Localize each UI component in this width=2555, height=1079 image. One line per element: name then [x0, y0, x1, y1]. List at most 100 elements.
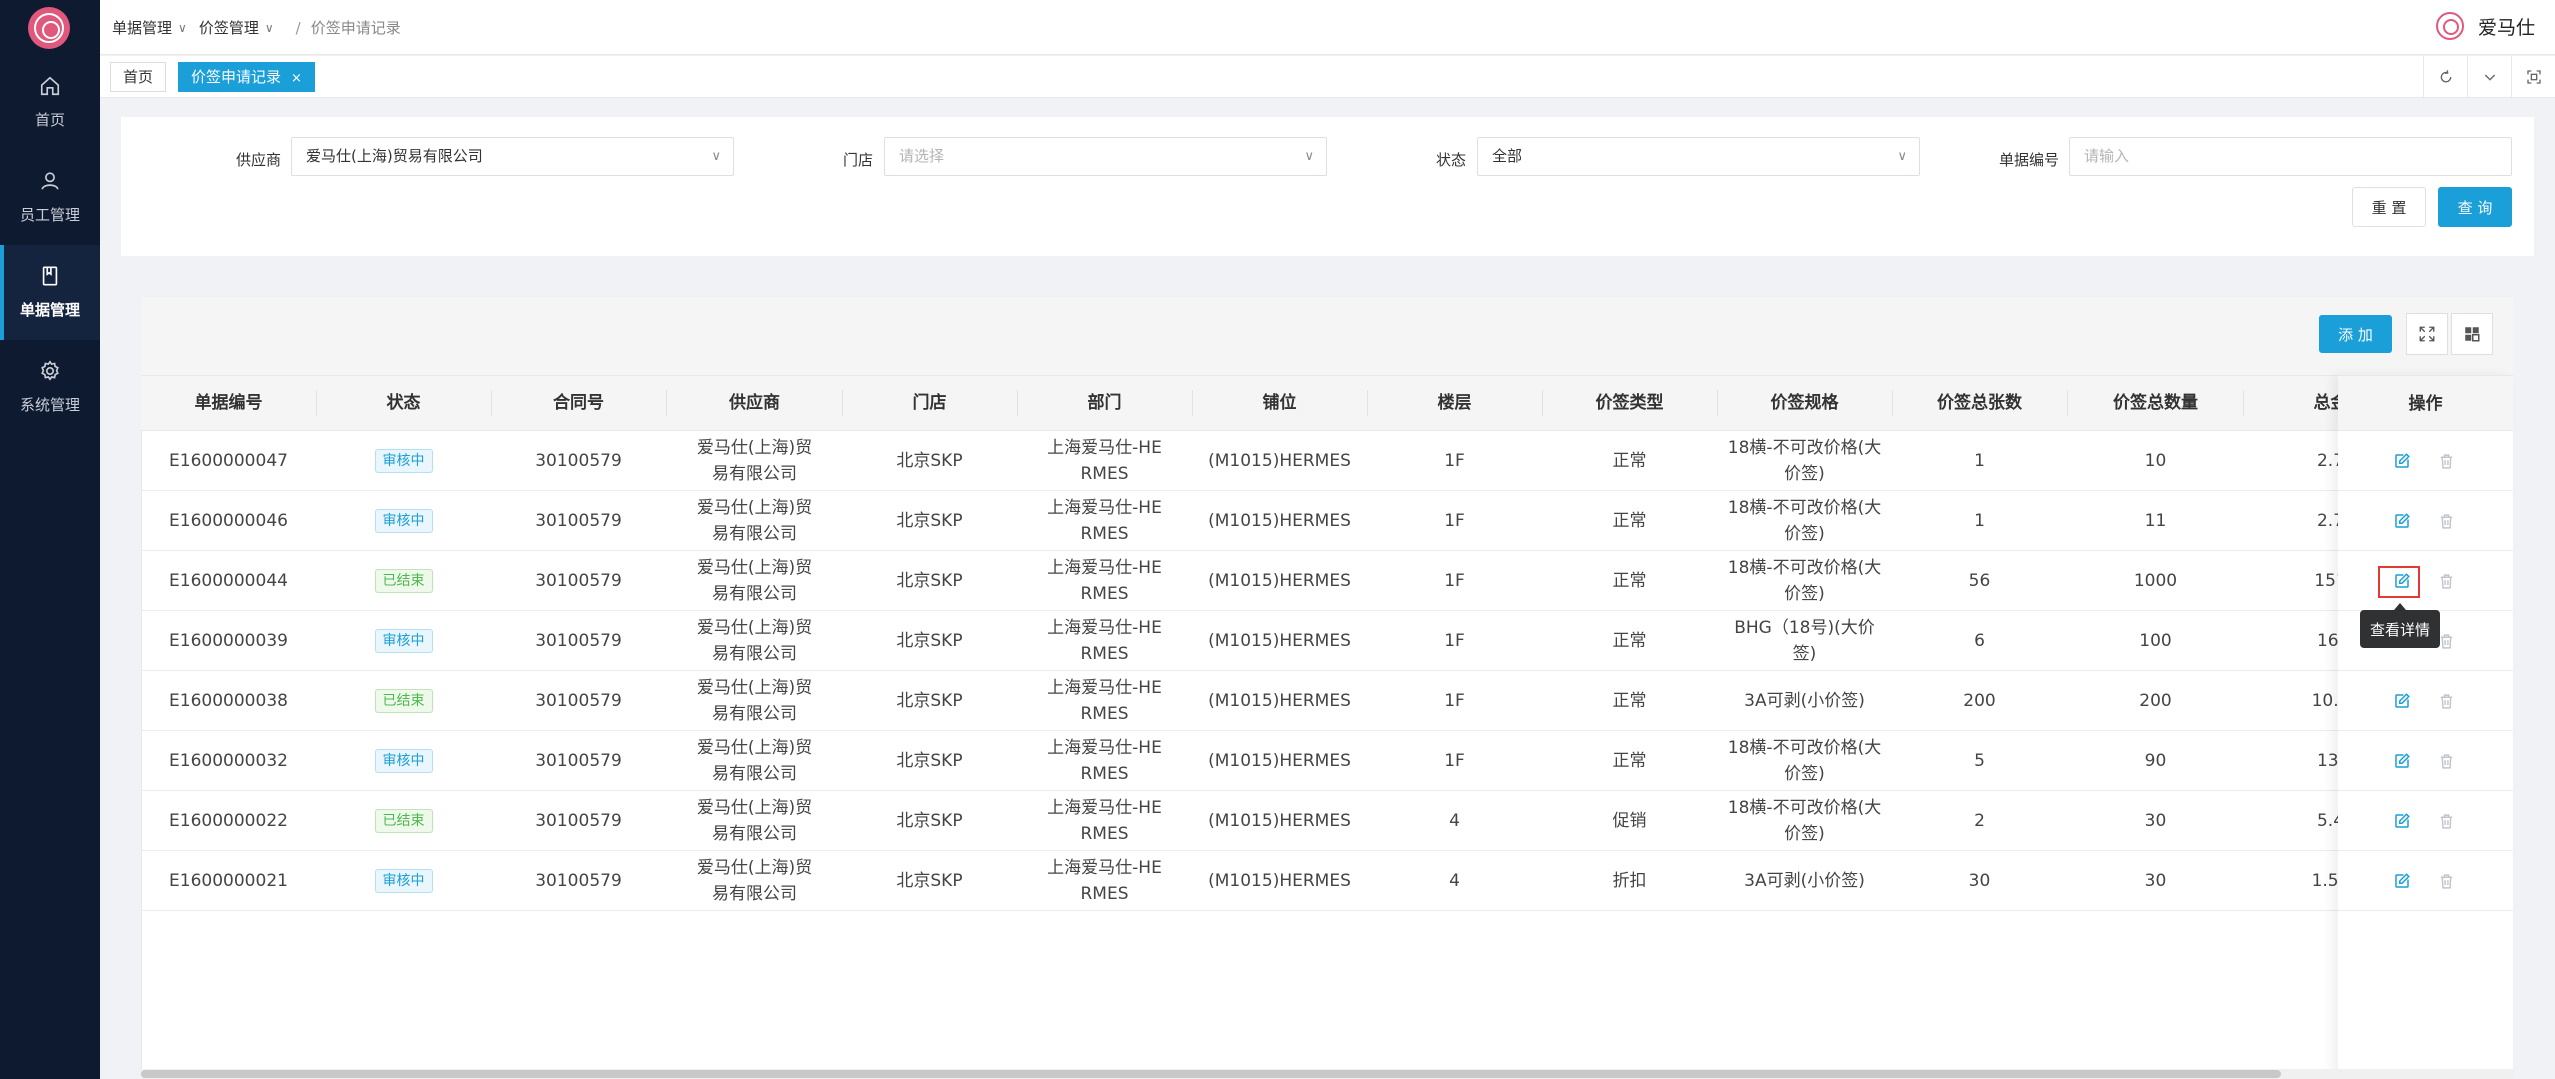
table-toolbar: [141, 297, 2513, 375]
sidebar-item-home[interactable]: 首页: [0, 55, 100, 150]
cell-booth: (M1015)HERMES: [1192, 731, 1367, 791]
delete-icon[interactable]: [2436, 451, 2456, 471]
cell-text: E1600000047: [169, 451, 288, 471]
breadcrumb-current: 价签申请记录: [310, 19, 401, 37]
cell-text: 2: [1974, 811, 1985, 831]
expand-table-button[interactable]: [2406, 313, 2448, 355]
sidebar-item-documents[interactable]: 单据管理: [0, 245, 100, 340]
grid-icon: [2465, 327, 2480, 342]
tab-home[interactable]: 首页: [110, 62, 167, 92]
cell-tag-count: 1: [1892, 431, 2067, 491]
cell-text: 折扣: [1612, 871, 1647, 891]
cell-tag-type: 正常: [1542, 671, 1717, 731]
cell-text: 爱马仕(上海)贸易有限公司: [696, 438, 813, 484]
operations-cell: [2338, 731, 2513, 791]
home-icon: [40, 76, 60, 96]
sidebar-item-system[interactable]: 系统管理: [0, 340, 100, 435]
cell-text: 6: [1974, 631, 1985, 651]
cell-supplier: 爱马仕(上海)贸易有限公司: [667, 611, 842, 671]
cell-status: 审核中: [316, 731, 491, 791]
cell-status: 已结束: [316, 551, 491, 611]
operations-cell: [2338, 431, 2513, 491]
document-icon: [42, 266, 58, 286]
doc-no-label: 单据编号: [1999, 151, 2060, 169]
supplier-value: 爱马仕(上海)贸易有限公司: [306, 147, 483, 165]
delete-icon[interactable]: [2436, 811, 2456, 831]
cell-text: (M1015)HERMES: [1208, 871, 1351, 891]
cell-doc-number: E1600000046: [141, 491, 316, 551]
cell-tag-quantity: 1000: [2068, 551, 2243, 611]
cell-doc-number: E1600000047: [141, 431, 316, 491]
refresh-button[interactable]: [2423, 56, 2467, 98]
edit-icon[interactable]: [2392, 451, 2412, 471]
operations-header: 操作: [2338, 375, 2513, 431]
breadcrumb-item[interactable]: 价签管理 ∨: [199, 17, 286, 38]
cell-department: 上海爱马仕-HERMES: [1017, 551, 1192, 611]
reset-button[interactable]: 重 置: [2352, 187, 2426, 227]
store-select[interactable]: 请选择 ∨: [884, 137, 1327, 176]
cell-text: 1F: [1444, 631, 1465, 651]
status-select[interactable]: 全部 ∨: [1477, 137, 1920, 176]
sidebar-item-staff[interactable]: 员工管理: [0, 150, 100, 245]
cell-doc-number: E1600000021: [141, 851, 316, 911]
cell-contract-number: 30100579: [491, 431, 666, 491]
fullscreen-button[interactable]: [2511, 56, 2555, 98]
close-icon[interactable]: ×: [291, 71, 302, 86]
cell-store: 北京SKP: [842, 611, 1017, 671]
cell-text: 1F: [1444, 691, 1465, 711]
supplier-select[interactable]: 爱马仕(上海)贸易有限公司 ∨: [291, 137, 734, 176]
operations-cell: [2338, 791, 2513, 851]
query-button[interactable]: 查 询: [2438, 187, 2512, 227]
sidebar: 首页 员工管理 单据管理 系统管理: [0, 0, 100, 1079]
chevron-down-icon: ∨: [1304, 149, 1314, 164]
scrollbar-thumb[interactable]: [141, 1070, 2281, 1078]
tab-price-tag-records[interactable]: 价签申请记录 ×: [178, 62, 315, 92]
column-header-contract-number: 合同号: [553, 393, 604, 413]
cell-text: 上海爱马仕-HERMES: [1047, 678, 1162, 724]
brand-logo[interactable]: [28, 7, 70, 49]
delete-icon[interactable]: [2436, 751, 2456, 771]
chevron-down-icon: ∨: [178, 20, 187, 35]
chevron-down-icon: ∨: [1897, 149, 1907, 164]
add-button[interactable]: 添 加: [2319, 315, 2392, 353]
cell-text: 上海爱马仕-HERMES: [1047, 558, 1162, 604]
chevron-down-icon: ∨: [264, 20, 274, 35]
cell-text: E1600000032: [169, 751, 288, 771]
sidebar-item-label: 员工管理: [19, 206, 80, 224]
store-placeholder: 请选择: [899, 147, 945, 165]
delete-icon[interactable]: [2436, 871, 2456, 891]
cell-text: 4: [1449, 871, 1460, 891]
cell-text: (M1015)HERMES: [1208, 691, 1351, 711]
cell-text: 上海爱马仕-HERMES: [1047, 738, 1162, 784]
cell-status: 已结束: [316, 791, 491, 851]
cell-text: 爱马仕(上海)贸易有限公司: [696, 798, 813, 844]
delete-icon[interactable]: [2436, 691, 2456, 711]
cell-store: 北京SKP: [842, 431, 1017, 491]
breadcrumb-item[interactable]: 单据管理 ∨: [112, 17, 199, 38]
column-settings-button[interactable]: [2451, 313, 2493, 355]
delete-icon[interactable]: [2436, 571, 2456, 591]
top-bar: 单据管理 ∨ 价签管理 ∨ / 价签申请记录 爱马仕: [100, 0, 2555, 55]
user-menu[interactable]: 爱马仕: [2435, 12, 2535, 40]
tabs-dropdown-button[interactable]: [2467, 56, 2511, 98]
edit-icon[interactable]: [2392, 871, 2412, 891]
status-badge: 审核中: [374, 629, 433, 653]
cell-tag-spec: 18横-不可改价格(大价签): [1717, 551, 1892, 611]
status-badge: 审核中: [374, 449, 433, 473]
cell-text: 1F: [1444, 571, 1465, 591]
doc-no-input[interactable]: 请输入: [2069, 137, 2512, 176]
cell-tag-type: 正常: [1542, 491, 1717, 551]
cell-tag-count: 200: [1892, 671, 2067, 731]
cell-text: 56: [1968, 571, 1991, 591]
cell-text: 1: [1974, 451, 1985, 471]
edit-icon[interactable]: [2392, 691, 2412, 711]
cell-department: 上海爱马仕-HERMES: [1017, 791, 1192, 851]
edit-icon[interactable]: [2392, 751, 2412, 771]
cell-text: 18横-不可改价格(大价签): [1727, 498, 1882, 544]
column-header-tag-count: 价签总张数: [1937, 393, 2022, 413]
delete-icon[interactable]: [2436, 511, 2456, 531]
cell-status: 审核中: [316, 851, 491, 911]
edit-icon[interactable]: [2392, 511, 2412, 531]
store-label: 门店: [843, 151, 874, 169]
edit-icon[interactable]: [2392, 811, 2412, 831]
